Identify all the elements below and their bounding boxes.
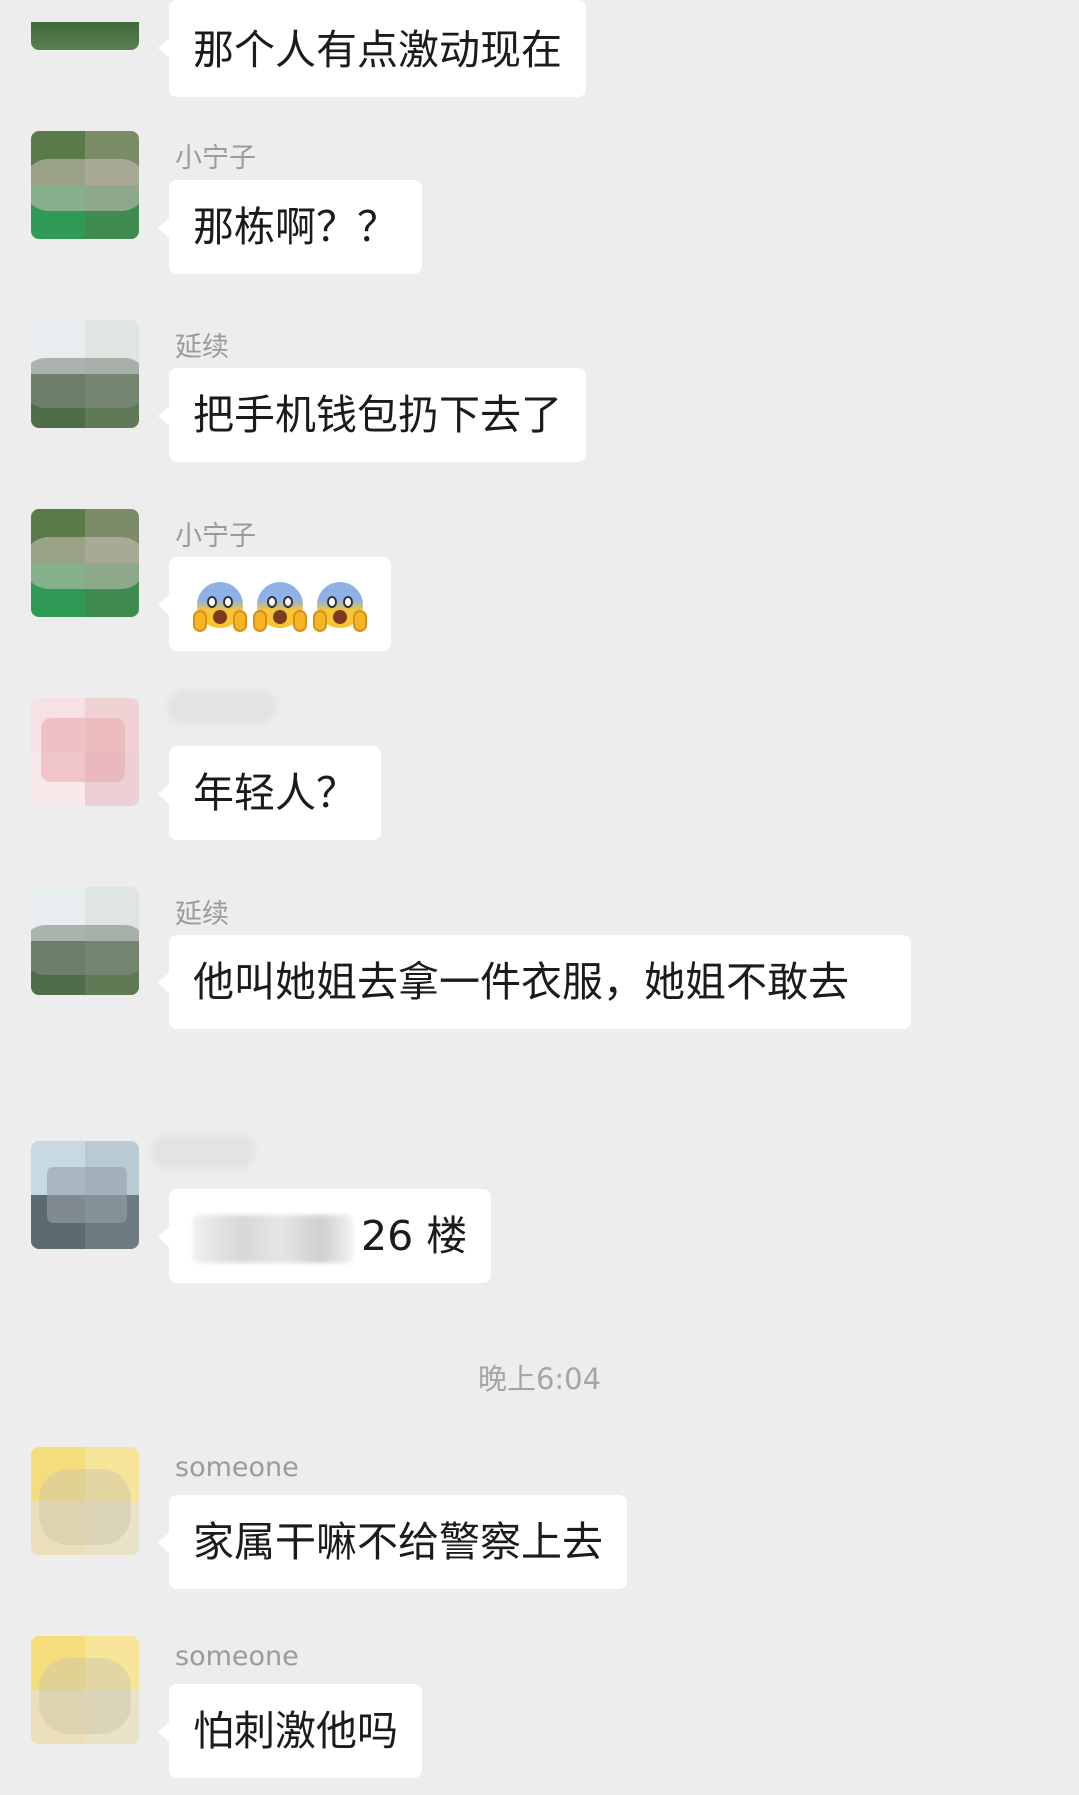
sender-name: 延续 <box>175 332 229 363</box>
message-bubble[interactable]: 怕刺激他吗 <box>158 1684 422 1778</box>
sender-name: 延续 <box>175 899 229 930</box>
message-bubble[interactable]: 把手机钱包扔下去了 <box>158 368 586 462</box>
message-bubble[interactable]: 那栋啊？？ <box>158 180 422 274</box>
message-text: 怕刺激他吗 <box>193 1707 398 1755</box>
message-bubble[interactable]: 他叫她姐去拿一件衣服，她姐不敢去 <box>158 935 911 1029</box>
avatar[interactable] <box>31 509 139 617</box>
avatar[interactable] <box>31 320 139 428</box>
message-text: 年轻人？ <box>193 769 357 817</box>
sender-name: someone <box>175 1641 299 1672</box>
avatar[interactable] <box>31 1141 139 1249</box>
avatar[interactable] <box>31 698 139 806</box>
redacted-text <box>193 1215 353 1263</box>
message-text: 家属干嘛不给警察上去 <box>193 1518 603 1566</box>
screaming-face-icon <box>313 580 367 634</box>
avatar[interactable] <box>31 887 139 995</box>
emoji-row <box>193 580 367 634</box>
message-bubble[interactable]: 那个人有点激动现在 <box>158 0 586 97</box>
sender-name: someone <box>175 1452 299 1483</box>
sender-name-redacted <box>150 1135 255 1169</box>
avatar[interactable] <box>31 22 139 50</box>
message-text: 把手机钱包扔下去了 <box>193 391 562 439</box>
message-text: 他叫她姐去拿一件衣服，她姐不敢去 <box>193 958 849 1006</box>
screaming-face-icon <box>253 580 307 634</box>
message-bubble[interactable]: 家属干嘛不给警察上去 <box>158 1495 627 1589</box>
message-bubble[interactable]: 26 楼 <box>157 1189 492 1283</box>
chat-area: 那个人有点激动现在 小宁子 那栋啊？？ 延续 把手机钱包扔下去了 小宁子 年轻人… <box>0 0 1079 1795</box>
sender-name-redacted <box>168 690 276 724</box>
avatar[interactable] <box>31 1447 139 1555</box>
message-bubble[interactable] <box>158 557 391 651</box>
message-text: 那个人有点激动现在 <box>193 26 562 74</box>
avatar[interactable] <box>31 1636 139 1744</box>
sender-name: 小宁子 <box>175 521 256 552</box>
message-text: 26 楼 <box>361 1212 468 1260</box>
avatar[interactable] <box>31 131 139 239</box>
sender-name: 小宁子 <box>175 143 256 174</box>
screaming-face-icon <box>193 580 247 634</box>
message-bubble[interactable]: 年轻人？ <box>158 746 381 840</box>
timestamp: 晚上6:04 <box>477 1362 602 1396</box>
message-text: 那栋啊？？ <box>193 203 398 251</box>
